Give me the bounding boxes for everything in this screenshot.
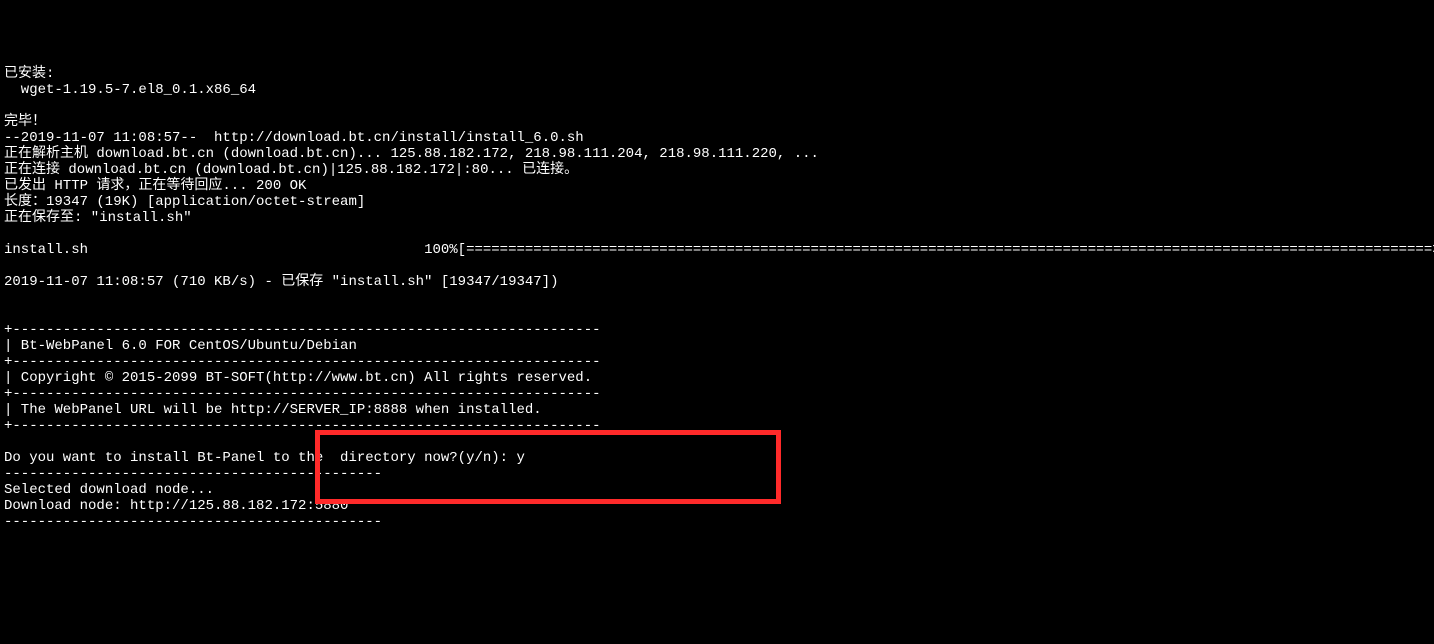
output-line: 正在保存至: "install.sh" xyxy=(4,210,192,226)
output-line: | Bt-WebPanel 6.0 FOR CentOS/Ubuntu/Debi… xyxy=(4,338,357,354)
output-line: | Copyright © 2015-2099 BT-SOFT(http://w… xyxy=(4,370,592,386)
output-line: 已安装: xyxy=(4,66,54,82)
output-line: 正在解析主机 download.bt.cn (download.bt.cn)..… xyxy=(4,146,819,162)
output-line: Download node: http://125.88.182.172:588… xyxy=(4,498,348,514)
output-line: +---------------------------------------… xyxy=(4,322,601,338)
terminal-output[interactable]: 已安装: wget-1.19.5-7.el8_0.1.x86_64 完毕！ --… xyxy=(0,64,1434,532)
output-line: install.sh 100%[========================… xyxy=(4,242,1434,258)
output-line: --2019-11-07 11:08:57-- http://download.… xyxy=(4,130,584,146)
output-line: 完毕！ xyxy=(4,114,46,130)
output-line: 正在连接 download.bt.cn (download.bt.cn)|125… xyxy=(4,162,578,178)
output-line: +---------------------------------------… xyxy=(4,386,601,402)
output-line: +---------------------------------------… xyxy=(4,354,601,370)
output-line: Selected download node... xyxy=(4,482,214,498)
output-line: 长度：19347 (19K) [application/octet-stream… xyxy=(4,194,365,210)
install-prompt[interactable]: Do you want to install Bt-Panel to the d… xyxy=(4,450,525,466)
output-line: wget-1.19.5-7.el8_0.1.x86_64 xyxy=(4,82,256,98)
output-line: | The WebPanel URL will be http://SERVER… xyxy=(4,402,542,418)
output-line: 2019-11-07 11:08:57 (710 KB/s) - 已保存 "in… xyxy=(4,274,558,290)
output-line: ----------------------------------------… xyxy=(4,466,382,482)
output-line: 已发出 HTTP 请求，正在等待回应... 200 OK xyxy=(4,178,306,194)
output-line: ----------------------------------------… xyxy=(4,514,382,530)
output-line: +---------------------------------------… xyxy=(4,418,601,434)
